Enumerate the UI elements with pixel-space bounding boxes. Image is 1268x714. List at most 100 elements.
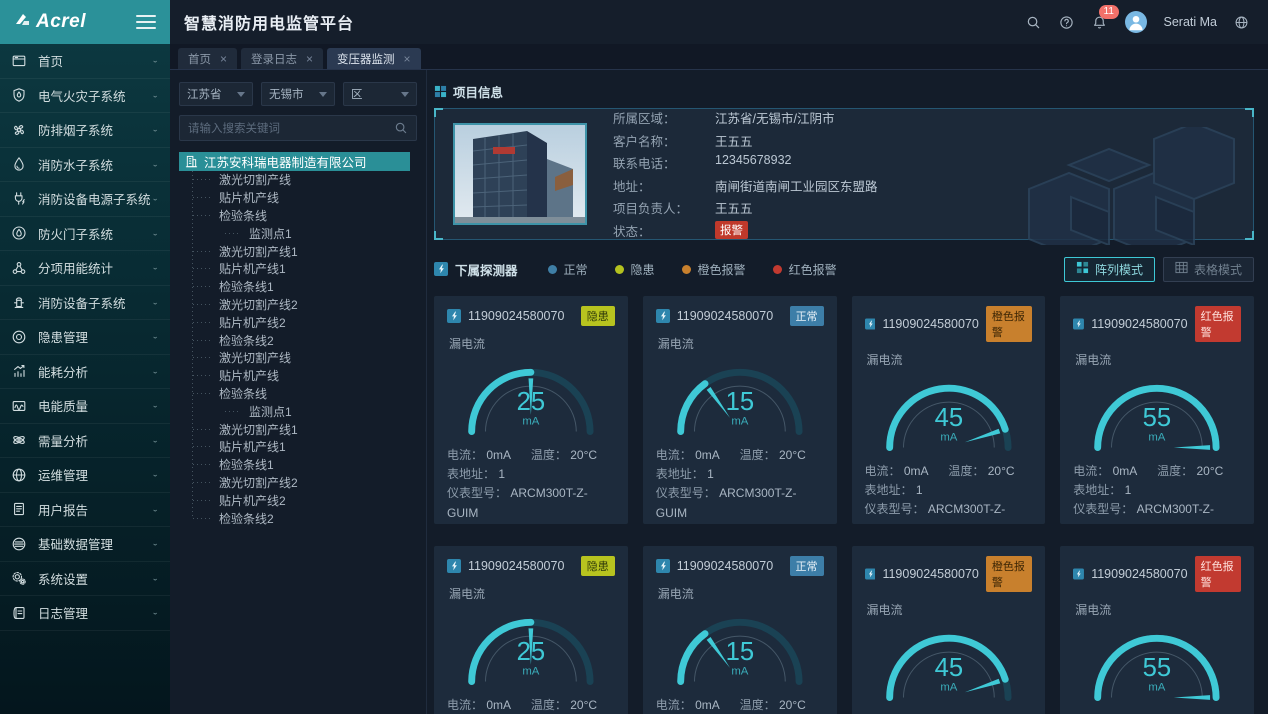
sidebar-item-globe[interactable]: 运维管理 ⌄	[0, 458, 170, 493]
region-select[interactable]: 区	[343, 82, 417, 106]
tree-item-label: 检验条线1	[219, 456, 274, 473]
home-icon	[11, 52, 28, 69]
tab[interactable]: 变压器监测 ×	[327, 48, 421, 69]
search-input[interactable]: 请输入搜索关键词	[179, 115, 417, 141]
project-info-title-text: 项目信息	[453, 82, 503, 101]
sidebar-item-book[interactable]: 日志管理 ⌄	[0, 596, 170, 631]
help-icon[interactable]	[1059, 14, 1075, 30]
legend-item[interactable]: 红色报警	[773, 261, 837, 278]
model-label: 仪表型号：	[1073, 502, 1133, 516]
chevron-down-icon: ⌄	[151, 91, 159, 100]
sidebar-item-atom[interactable]: 需量分析 ⌄	[0, 424, 170, 459]
fire-door-icon	[11, 225, 28, 242]
left-panel: 江苏省 无锡市 区 请输入搜索关键词 江苏安科瑞电器制造有限公司 激光切割产线 …	[170, 70, 427, 714]
legend-item[interactable]: 隐患	[615, 261, 655, 278]
sidebar-item-fire-door[interactable]: 防火门子系统 ⌄	[0, 217, 170, 252]
device-id: 11909024580070	[468, 309, 574, 323]
tree-item[interactable]: 激光切割产线2	[188, 296, 417, 314]
tree-item[interactable]: 检验条线	[188, 207, 417, 225]
tree-item[interactable]: 激光切割产线1	[188, 420, 417, 438]
sidebar-item-target[interactable]: 隐患管理 ⌄	[0, 320, 170, 355]
sidebar-item-gear[interactable]: 系统设置 ⌄	[0, 562, 170, 597]
view-mode-button[interactable]: 表格模式	[1163, 257, 1254, 282]
tab-close-icon[interactable]: ×	[220, 52, 227, 66]
tree-item[interactable]: 贴片机产线2	[188, 491, 417, 509]
menu-toggle-icon[interactable]	[136, 15, 156, 29]
search-icon[interactable]	[1026, 14, 1042, 30]
chart-icon	[11, 363, 28, 380]
sidebar-item-report[interactable]: 用户报告 ⌄	[0, 493, 170, 528]
avatar[interactable]	[1125, 11, 1147, 33]
acrel-logo[interactable]: Acrel	[14, 11, 86, 33]
tree-item[interactable]: 检验条线2	[188, 509, 417, 527]
legend-item[interactable]: 正常	[548, 261, 588, 278]
device-id: 11909024580070	[882, 567, 978, 581]
status-badge: 红色报警	[1195, 556, 1241, 592]
view-mode-button[interactable]: 阵列模式	[1064, 257, 1155, 282]
detector-card[interactable]: 11909024580070 红色报警 漏电流 55 mA 电流： 0mA 温度…	[1060, 296, 1254, 524]
database-icon	[11, 535, 28, 552]
legend-item[interactable]: 橙色报警	[682, 261, 746, 278]
sidebar-item-wave[interactable]: 电能质量 ⌄	[0, 389, 170, 424]
sidebar-item-water[interactable]: 消防水子系统 ⌄	[0, 148, 170, 183]
tree-item[interactable]: 监测点1	[188, 402, 417, 420]
search-placeholder: 请输入搜索关键词	[188, 120, 280, 136]
detector-card[interactable]: 11909024580070 橙色报警 漏电流 45 mA 电流： 0mA 温度…	[852, 296, 1046, 524]
svg-text:45: 45	[934, 654, 963, 682]
tree-item[interactable]: 检验条线2	[188, 331, 417, 349]
tree-item-label: 激光切割产线1	[219, 243, 298, 260]
detector-card[interactable]: 11909024580070 隐患 漏电流 25 mA 电流： 0mA 温度： …	[434, 296, 628, 524]
svg-text:15: 15	[725, 638, 754, 666]
tree-item[interactable]: 贴片机产线	[188, 189, 417, 207]
current-value: 0mA	[695, 448, 720, 462]
chevron-down-icon: ⌄	[151, 160, 159, 169]
tab-close-icon[interactable]: ×	[306, 52, 313, 66]
tree-connector	[193, 500, 211, 501]
region-select[interactable]: 江苏省	[179, 82, 253, 106]
tree-item[interactable]: 贴片机产线1	[188, 260, 417, 278]
sidebar-item-database[interactable]: 基础数据管理 ⌄	[0, 527, 170, 562]
language-globe-icon[interactable]	[1234, 14, 1250, 30]
detector-card[interactable]: 11909024580070 隐患 漏电流 25 mA 电流： 0mA 温度： …	[434, 546, 628, 714]
device-icon	[447, 309, 461, 323]
tree-item[interactable]: 激光切割产线2	[188, 474, 417, 492]
tree-connector	[193, 482, 211, 483]
sidebar-item-nodes[interactable]: 分项用能统计 ⌄	[0, 251, 170, 286]
sidebar-menu: 首页 ⌄ 电气火灾子系统 ⌄ 防排烟子系统 ⌄ 消防水子系统 ⌄ 消防设备电源子…	[0, 44, 170, 714]
detector-card[interactable]: 11909024580070 橙色报警 漏电流 45 mA 电流： 0mA 温度…	[852, 546, 1046, 714]
tab[interactable]: 首页 ×	[178, 48, 237, 69]
tree-item[interactable]: 激光切割产线	[188, 171, 417, 189]
svg-text:mA: mA	[731, 416, 748, 428]
tab-close-icon[interactable]: ×	[404, 52, 411, 66]
sidebar-item-label: 分项用能统计	[38, 258, 151, 277]
tree-item-label: 检验条线2	[219, 510, 274, 527]
tree-item[interactable]: 贴片机产线1	[188, 438, 417, 456]
card-details: 电流： 0mA 温度： 20°C 表地址： 1 仪表型号： ARCM300T-Z…	[1073, 462, 1241, 524]
sidebar-item-shield[interactable]: 电气火灾子系统 ⌄	[0, 79, 170, 114]
tree-item[interactable]: 检验条线1	[188, 456, 417, 474]
sidebar-item-fan[interactable]: 防排烟子系统 ⌄	[0, 113, 170, 148]
sidebar-item-home[interactable]: 首页 ⌄	[0, 44, 170, 79]
user-name[interactable]: Serati Ma	[1164, 15, 1218, 29]
tree-item[interactable]: 监测点1	[188, 224, 417, 242]
detector-card[interactable]: 11909024580070 红色报警 漏电流 55 mA 电流： 0mA 温度…	[1060, 546, 1254, 714]
tree-item[interactable]: 贴片机产线	[188, 367, 417, 385]
sidebar-item-plug[interactable]: 消防设备电源子系统 ⌄	[0, 182, 170, 217]
tab[interactable]: 登录日志 ×	[241, 48, 323, 69]
device-tree: 江苏安科瑞电器制造有限公司 激光切割产线 贴片机产线 检验条线 监测点1 激光切…	[179, 152, 417, 527]
notifications-bell-icon[interactable]: 11	[1092, 14, 1108, 30]
tree-item[interactable]: 检验条线1	[188, 278, 417, 296]
tree-item[interactable]: 激光切割产线	[188, 349, 417, 367]
region-select[interactable]: 无锡市	[261, 82, 335, 106]
chevron-down-icon: ⌄	[151, 436, 159, 445]
sidebar-item-hydrant[interactable]: 消防设备子系统 ⌄	[0, 286, 170, 321]
tree-item[interactable]: 激光切割产线1	[188, 242, 417, 260]
tree-root-node[interactable]: 江苏安科瑞电器制造有限公司	[179, 152, 410, 171]
tree-item[interactable]: 贴片机产线2	[188, 313, 417, 331]
field-label: 所属区域：	[613, 108, 709, 127]
detector-card[interactable]: 11909024580070 正常 漏电流 15 mA 电流： 0mA 温度： …	[643, 296, 837, 524]
sidebar-item-chart[interactable]: 能耗分析 ⌄	[0, 355, 170, 390]
detector-card[interactable]: 11909024580070 正常 漏电流 15 mA 电流： 0mA 温度： …	[643, 546, 837, 714]
tree-item[interactable]: 检验条线	[188, 385, 417, 403]
address-label: 表地址：	[865, 483, 913, 497]
